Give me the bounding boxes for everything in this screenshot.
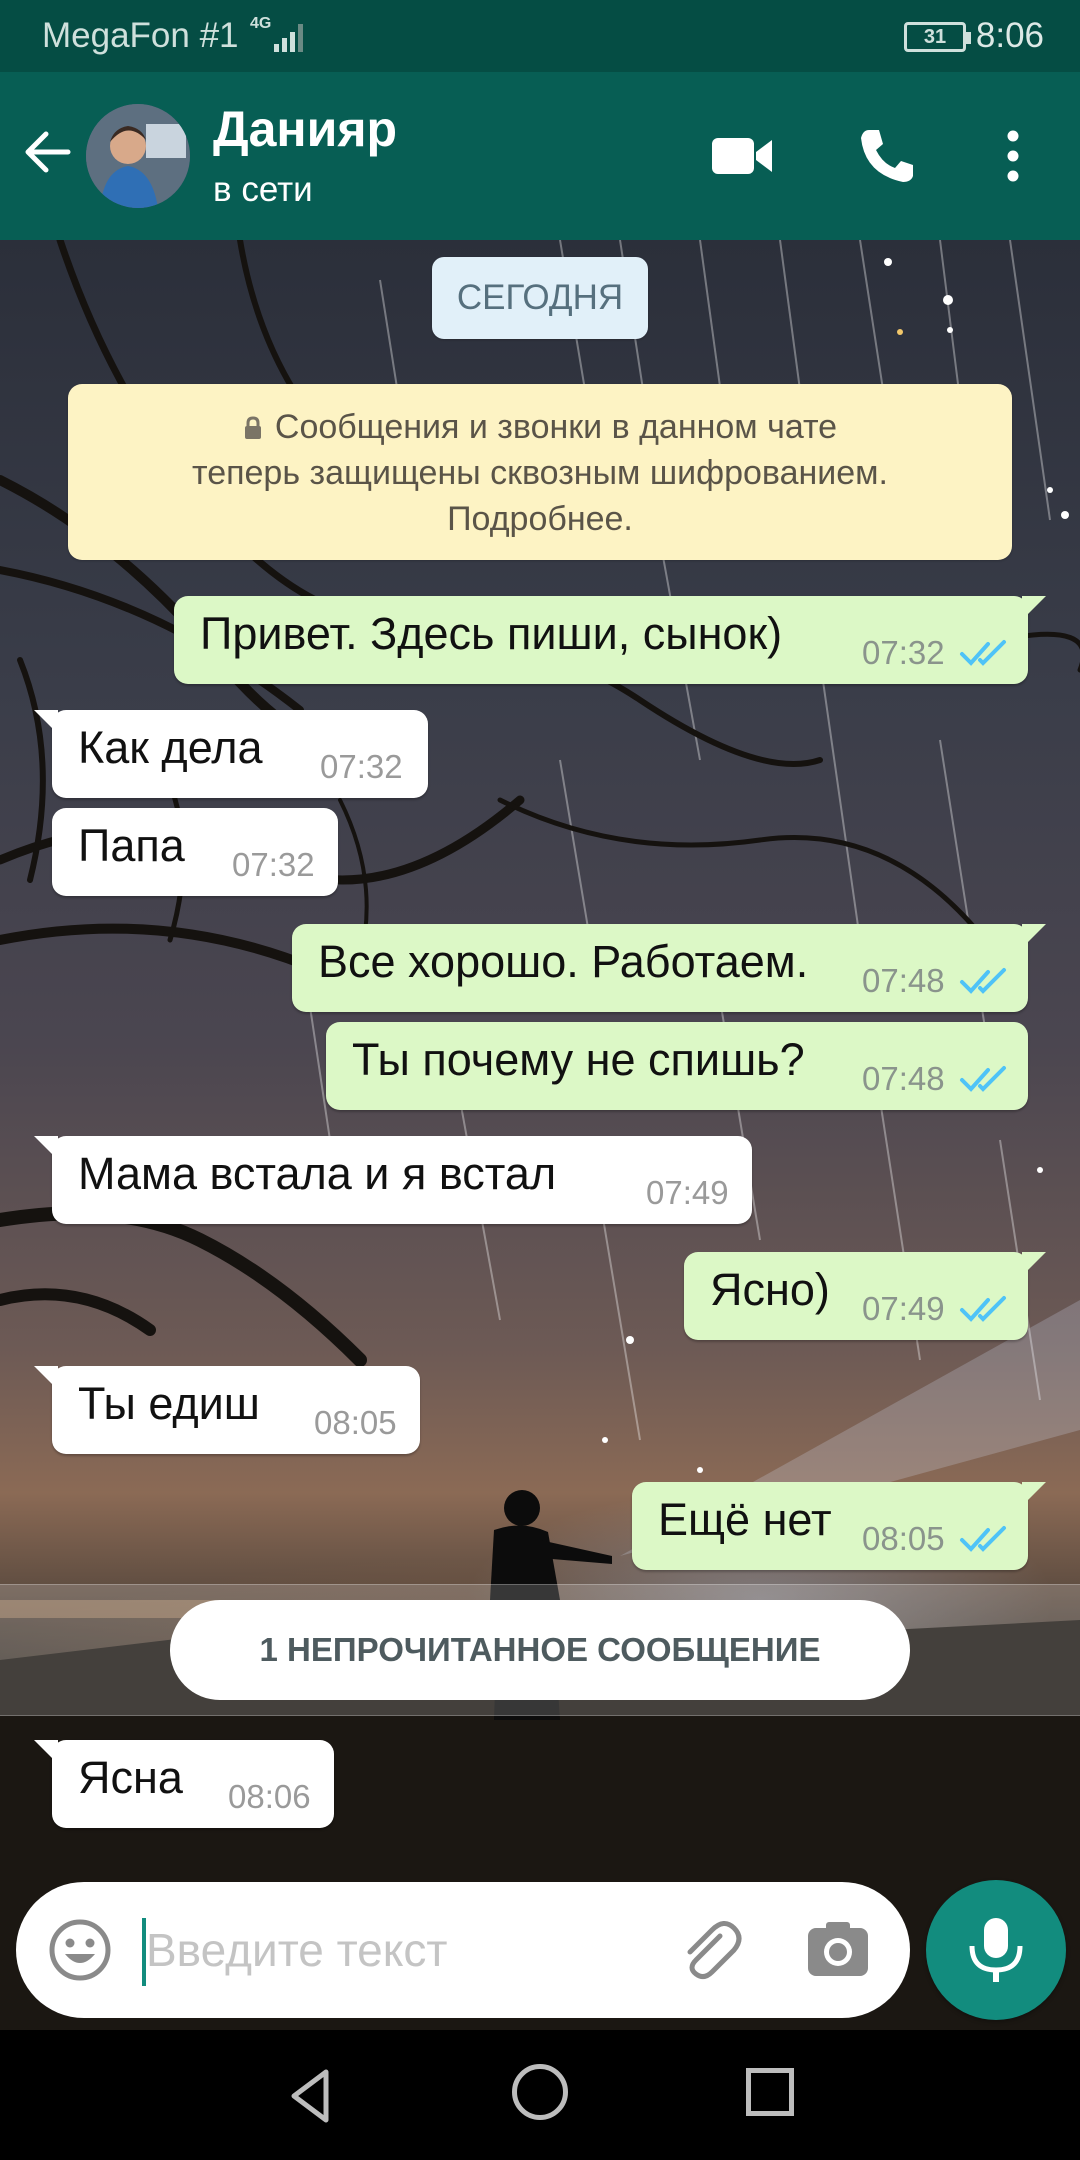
contact-status: в сети bbox=[213, 170, 313, 209]
double-check-icon bbox=[960, 1066, 1006, 1092]
nav-back-icon[interactable] bbox=[282, 2066, 342, 2126]
message-time: 07:32 bbox=[862, 634, 945, 671]
message-time: 07:49 bbox=[646, 1174, 729, 1211]
message-text: Ещё нет bbox=[658, 1494, 832, 1545]
bubble-tail bbox=[34, 710, 58, 734]
message-time: 07:48 bbox=[862, 962, 945, 999]
double-check-icon bbox=[960, 968, 1006, 994]
message-time: 08:05 bbox=[314, 1404, 397, 1441]
message-time: 07:49 bbox=[862, 1290, 945, 1327]
double-check-icon bbox=[960, 1296, 1006, 1322]
message-text: Как дела bbox=[78, 722, 263, 773]
message-bubble-outgoing[interactable]: Ясно) 07:49 bbox=[684, 1252, 1046, 1340]
message-bubble-outgoing[interactable]: Ты почему не спишь? 07:48 bbox=[326, 1022, 1028, 1110]
message-text: Ясна bbox=[78, 1752, 183, 1803]
chat-header: Данияр в сети bbox=[0, 72, 1080, 240]
status-bar: MegaFon #1 4G 31 8:06 bbox=[0, 0, 1080, 72]
message-text: Ясно) bbox=[710, 1264, 830, 1315]
clock: 8:06 bbox=[975, 16, 1044, 55]
battery-icon: 31 bbox=[904, 22, 971, 52]
bubble-tail bbox=[1022, 1252, 1046, 1276]
message-bubble-incoming[interactable]: Ты едиш 08:05 bbox=[34, 1366, 420, 1454]
phone-icon[interactable] bbox=[855, 124, 919, 188]
message-text: Ты почему не спишь? bbox=[352, 1034, 805, 1085]
message-bubble-incoming[interactable]: Как дела 07:32 bbox=[34, 710, 428, 798]
arrow-left-icon[interactable] bbox=[18, 122, 78, 182]
message-text: Ты едиш bbox=[78, 1378, 260, 1429]
message-time: 08:06 bbox=[228, 1778, 311, 1815]
contact-name[interactable]: Данияр bbox=[213, 100, 397, 158]
bubble-tail bbox=[34, 1136, 58, 1160]
emoji-icon[interactable] bbox=[46, 1916, 114, 1984]
bubble-tail bbox=[34, 1366, 58, 1390]
encryption-learn-more[interactable]: Подробнее. bbox=[68, 496, 1012, 542]
message-text: Мама встала и я встал bbox=[78, 1148, 557, 1199]
encryption-line-2: теперь защищены сквозным шифрованием. bbox=[192, 454, 888, 492]
message-time: 07:48 bbox=[862, 1060, 945, 1097]
bubble-tail bbox=[1022, 1482, 1046, 1506]
encryption-notice[interactable]: Сообщения и звонки в данном чате теперь … bbox=[68, 384, 1012, 560]
signal-icon bbox=[274, 24, 303, 52]
double-check-icon bbox=[960, 640, 1006, 666]
network-type: 4G bbox=[250, 15, 272, 32]
date-divider: СЕГОДНЯ bbox=[432, 257, 648, 339]
message-time: 07:32 bbox=[232, 846, 315, 883]
message-text: Все хорошо. Работаем. bbox=[318, 936, 809, 987]
message-bubble-incoming[interactable]: Мама встала и я встал 07:49 bbox=[34, 1136, 752, 1224]
bubble-tail bbox=[34, 1740, 58, 1764]
avatar-photo bbox=[86, 104, 190, 208]
unread-count-label: 1 НЕПРОЧИТАННОЕ СООБЩЕНИЕ bbox=[170, 1600, 910, 1700]
camera-icon[interactable] bbox=[806, 1918, 870, 1982]
nav-home-icon[interactable] bbox=[512, 2064, 568, 2120]
encryption-line-1: Сообщения и звонки в данном чате bbox=[68, 404, 1012, 450]
message-time: 07:32 bbox=[320, 748, 403, 785]
paperclip-icon[interactable] bbox=[674, 1914, 746, 1986]
double-check-icon bbox=[960, 1526, 1006, 1552]
lock-icon bbox=[244, 416, 261, 439]
message-input[interactable] bbox=[146, 1912, 666, 1988]
carrier-name: MegaFon #1 bbox=[42, 16, 239, 55]
message-bubble-incoming[interactable]: Папа 07:32 bbox=[52, 808, 338, 896]
message-bubble-outgoing[interactable]: Ещё нет 08:05 bbox=[632, 1482, 1046, 1570]
nav-recents-icon[interactable] bbox=[746, 2068, 794, 2116]
microphone-icon bbox=[969, 1918, 1023, 1982]
avatar[interactable] bbox=[86, 104, 190, 208]
message-composer bbox=[16, 1882, 910, 2018]
bubble-tail bbox=[1022, 924, 1046, 948]
message-bubble-incoming[interactable]: Ясна 08:06 bbox=[34, 1740, 334, 1828]
video-camera-icon[interactable] bbox=[708, 128, 776, 184]
voice-message-button[interactable] bbox=[926, 1880, 1066, 2020]
message-text: Привет. Здесь пиши, сынок) bbox=[200, 608, 783, 659]
message-text: Папа bbox=[78, 820, 185, 871]
message-bubble-outgoing[interactable]: Все хорошо. Работаем. 07:48 bbox=[292, 924, 1046, 1012]
bubble-tail bbox=[1022, 596, 1046, 620]
more-vert-icon[interactable] bbox=[995, 126, 1031, 186]
system-navigation-bar bbox=[0, 2030, 1080, 2160]
message-bubble-outgoing[interactable]: Привет. Здесь пиши, сынок) 07:32 bbox=[174, 596, 1046, 684]
message-time: 08:05 bbox=[862, 1520, 945, 1557]
